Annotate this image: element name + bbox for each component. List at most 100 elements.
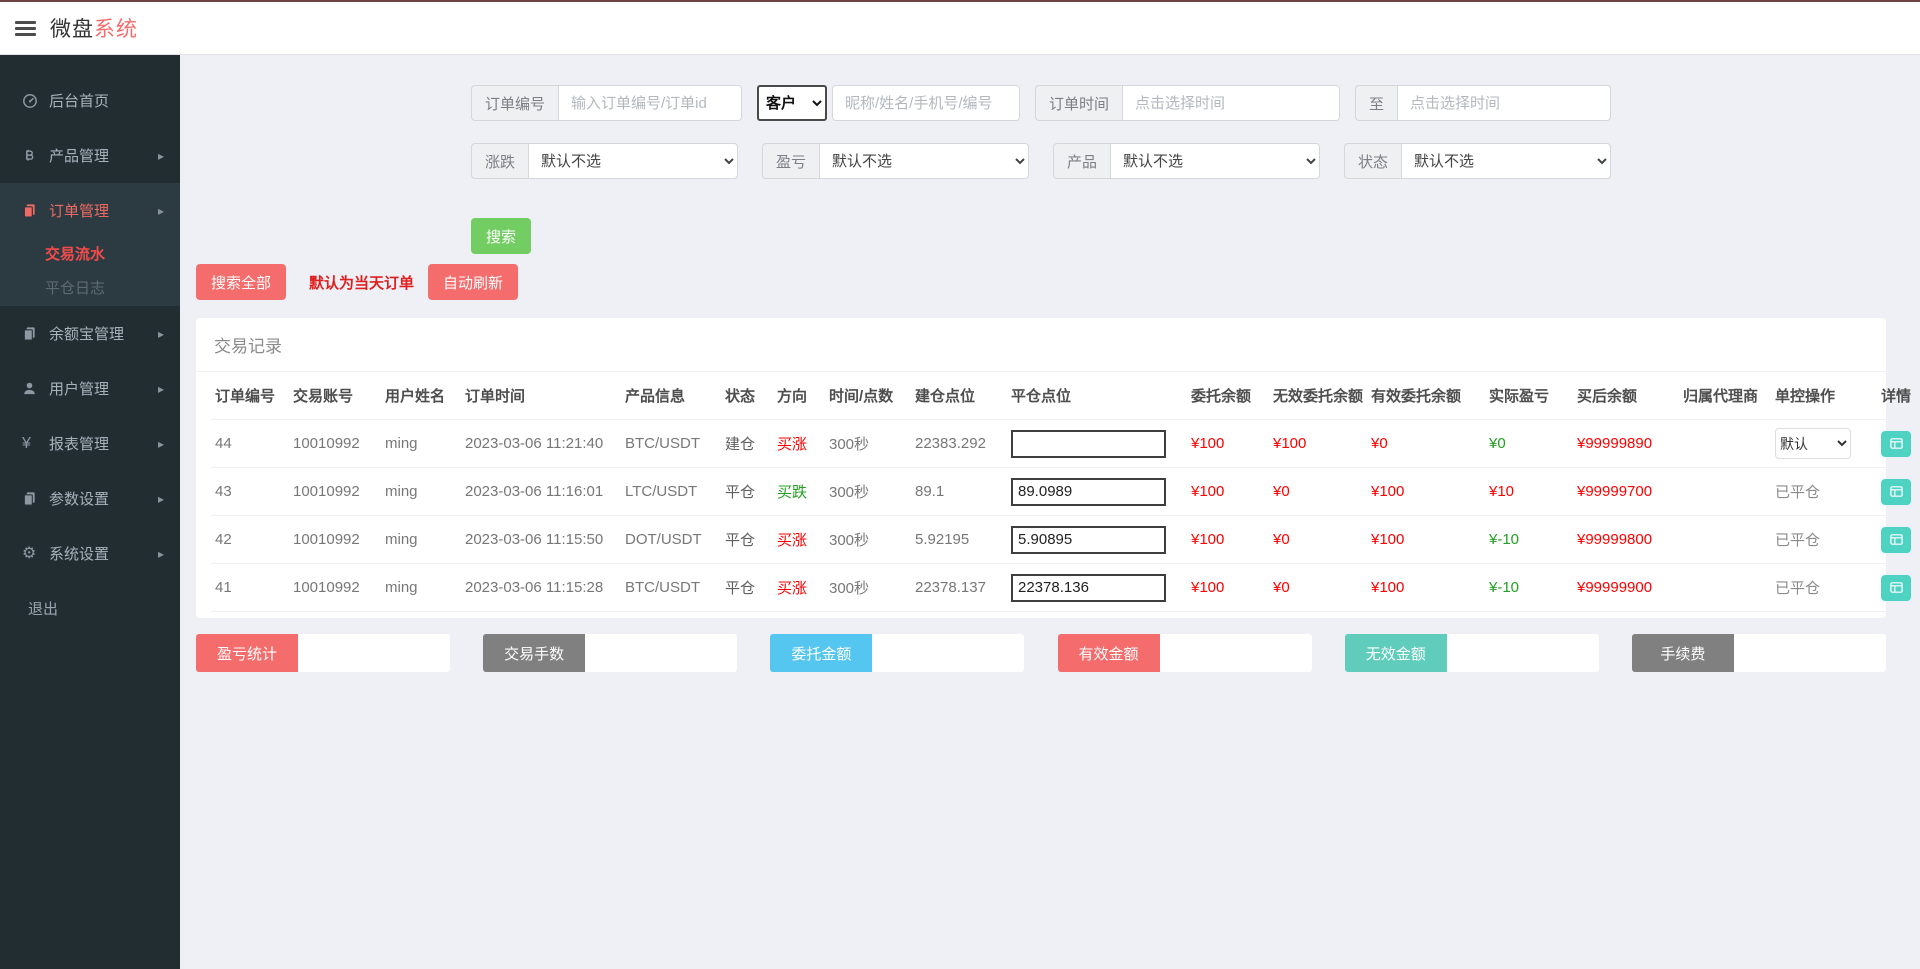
product-select[interactable]: 默认不选	[1110, 143, 1320, 179]
stat-valid: 有效金额	[1058, 634, 1312, 672]
column-header: 无效委托余额	[1269, 372, 1367, 420]
stat-invalid: 无效金额	[1345, 634, 1599, 672]
customer-select[interactable]: 客户	[757, 85, 827, 121]
control-select[interactable]: 默认	[1775, 428, 1851, 459]
stat-invalid-value	[1447, 634, 1599, 672]
profit-select[interactable]: 默认不选	[819, 143, 1029, 179]
cell-order-time: 2023-03-06 11:21:40	[461, 420, 621, 468]
chevron-right-icon: ▸	[158, 492, 164, 506]
column-header: 订单编号	[211, 372, 289, 420]
cell-order-id: 41	[211, 564, 289, 612]
app-logo[interactable]: 微盘系统	[50, 13, 138, 43]
cell-detail	[1877, 468, 1920, 516]
sidebar-item-orders[interactable]: 订单管理▸	[0, 183, 180, 238]
detail-button[interactable]	[1881, 431, 1911, 457]
detail-button[interactable]	[1881, 575, 1911, 601]
cell-control: 已平仓	[1771, 564, 1877, 612]
cell-product: BTC/USDT	[621, 420, 721, 468]
order-time-start-input[interactable]	[1122, 85, 1340, 121]
sidebar-item-close-log[interactable]: 平仓日志	[0, 272, 180, 306]
cell-open-point: 22378.137	[911, 564, 1007, 612]
filter-area: 订单编号客户订单时间至 涨跌默认不选盈亏默认不选产品默认不选状态默认不选 搜索	[471, 85, 1611, 254]
chevron-right-icon: ▸	[158, 149, 164, 163]
cell-detail	[1877, 516, 1920, 564]
cell-valid-entrust: ¥100	[1367, 564, 1485, 612]
status-label: 状态	[1344, 143, 1401, 179]
brand-text-dark: 微盘	[50, 18, 94, 41]
column-header: 时间/点数	[825, 372, 911, 420]
sidebar-item-logout[interactable]: 退出	[0, 581, 180, 636]
cell-duration: 300秒	[825, 468, 911, 516]
closed-label: 已平仓	[1775, 532, 1820, 549]
stat-profit-label: 盈亏统计	[196, 634, 298, 672]
sidebar-item-trade-flow[interactable]: 交易流水	[0, 238, 180, 272]
stats-row: 盈亏统计交易手数委托金额有效金额无效金额手续费	[196, 634, 1886, 672]
menu-toggle-icon[interactable]	[15, 21, 36, 36]
sidebar-item-users[interactable]: 用户管理▸	[0, 361, 180, 416]
close-point-input[interactable]	[1011, 430, 1166, 458]
chevron-right-icon: ▸	[158, 382, 164, 396]
cell-close-point	[1007, 468, 1187, 516]
close-point-input[interactable]	[1011, 574, 1166, 602]
column-header: 有效委托余额	[1367, 372, 1485, 420]
filter-group-status: 状态默认不选	[1344, 143, 1611, 179]
status-select[interactable]: 默认不选	[1401, 143, 1611, 179]
stat-valid-value	[1160, 634, 1312, 672]
cell-valid-entrust: ¥100	[1367, 516, 1485, 564]
sidebar-item-orders-label: 订单管理	[49, 200, 109, 221]
close-point-input[interactable]	[1011, 526, 1166, 554]
sidebar-item-yuebao[interactable]: 余额宝管理▸	[0, 306, 180, 361]
column-header: 状态	[721, 372, 773, 420]
stat-lots-label: 交易手数	[483, 634, 585, 672]
sidebar-item-reports[interactable]: ¥报表管理▸	[0, 416, 180, 471]
chevron-right-icon: ▸	[158, 327, 164, 341]
cell-direction: 买涨	[773, 420, 825, 468]
order-time-end-input[interactable]	[1397, 85, 1611, 121]
filter-group-customer: 客户	[757, 85, 1020, 121]
auto-refresh-button[interactable]: 自动刷新	[428, 264, 518, 300]
search-all-button[interactable]: 搜索全部	[196, 264, 286, 300]
filter-group-updown: 涨跌默认不选	[471, 143, 738, 179]
cell-account: 10010992	[289, 468, 381, 516]
stat-profit-value	[298, 634, 450, 672]
closed-label: 已平仓	[1775, 484, 1820, 501]
cell-invalid-entrust: ¥100	[1269, 420, 1367, 468]
cell-open-point: 89.1	[911, 468, 1007, 516]
closed-label: 已平仓	[1775, 580, 1820, 597]
sidebar-item-reports-label: 报表管理	[49, 433, 109, 454]
search-button[interactable]: 搜索	[471, 218, 531, 254]
order-id-input[interactable]	[558, 85, 742, 121]
cell-close-point	[1007, 564, 1187, 612]
close-point-input[interactable]	[1011, 478, 1166, 506]
actions-row: 搜索全部 默认为当天订单 自动刷新	[196, 264, 1886, 300]
cell-actual-pl: ¥10	[1485, 468, 1573, 516]
customer-input[interactable]	[832, 85, 1020, 121]
updown-select[interactable]: 默认不选	[528, 143, 738, 179]
stat-profit: 盈亏统计	[196, 634, 450, 672]
cell-open-point: 5.92195	[911, 516, 1007, 564]
bitcoin-icon	[22, 148, 49, 163]
cell-order-time: 2023-03-06 11:15:28	[461, 564, 621, 612]
sidebar: 后台首页产品管理▸订单管理▸交易流水平仓日志余额宝管理▸用户管理▸¥报表管理▸参…	[0, 55, 180, 969]
column-header: 产品信息	[621, 372, 721, 420]
detail-button[interactable]	[1881, 479, 1911, 505]
cell-invalid-entrust: ¥0	[1269, 468, 1367, 516]
files-icon	[22, 491, 49, 506]
sidebar-item-home[interactable]: 后台首页	[0, 73, 180, 128]
detail-button[interactable]	[1881, 527, 1911, 553]
cell-entrust-balance: ¥100	[1187, 420, 1269, 468]
user-icon	[22, 381, 49, 396]
cell-valid-entrust: ¥0	[1367, 420, 1485, 468]
chevron-right-icon: ▸	[158, 547, 164, 561]
sidebar-item-params[interactable]: 参数设置▸	[0, 471, 180, 526]
sidebar-item-system[interactable]: ⚙系统设置▸	[0, 526, 180, 581]
cell-duration: 300秒	[825, 564, 911, 612]
table-icon	[1889, 436, 1904, 451]
dashboard-icon	[22, 93, 49, 109]
cell-product: LTC/USDT	[621, 468, 721, 516]
order-id-label: 订单编号	[471, 85, 558, 121]
cell-product: DOT/USDT	[621, 516, 721, 564]
stat-valid-label: 有效金额	[1058, 634, 1160, 672]
cell-valid-entrust: ¥100	[1367, 468, 1485, 516]
sidebar-item-products[interactable]: 产品管理▸	[0, 128, 180, 183]
